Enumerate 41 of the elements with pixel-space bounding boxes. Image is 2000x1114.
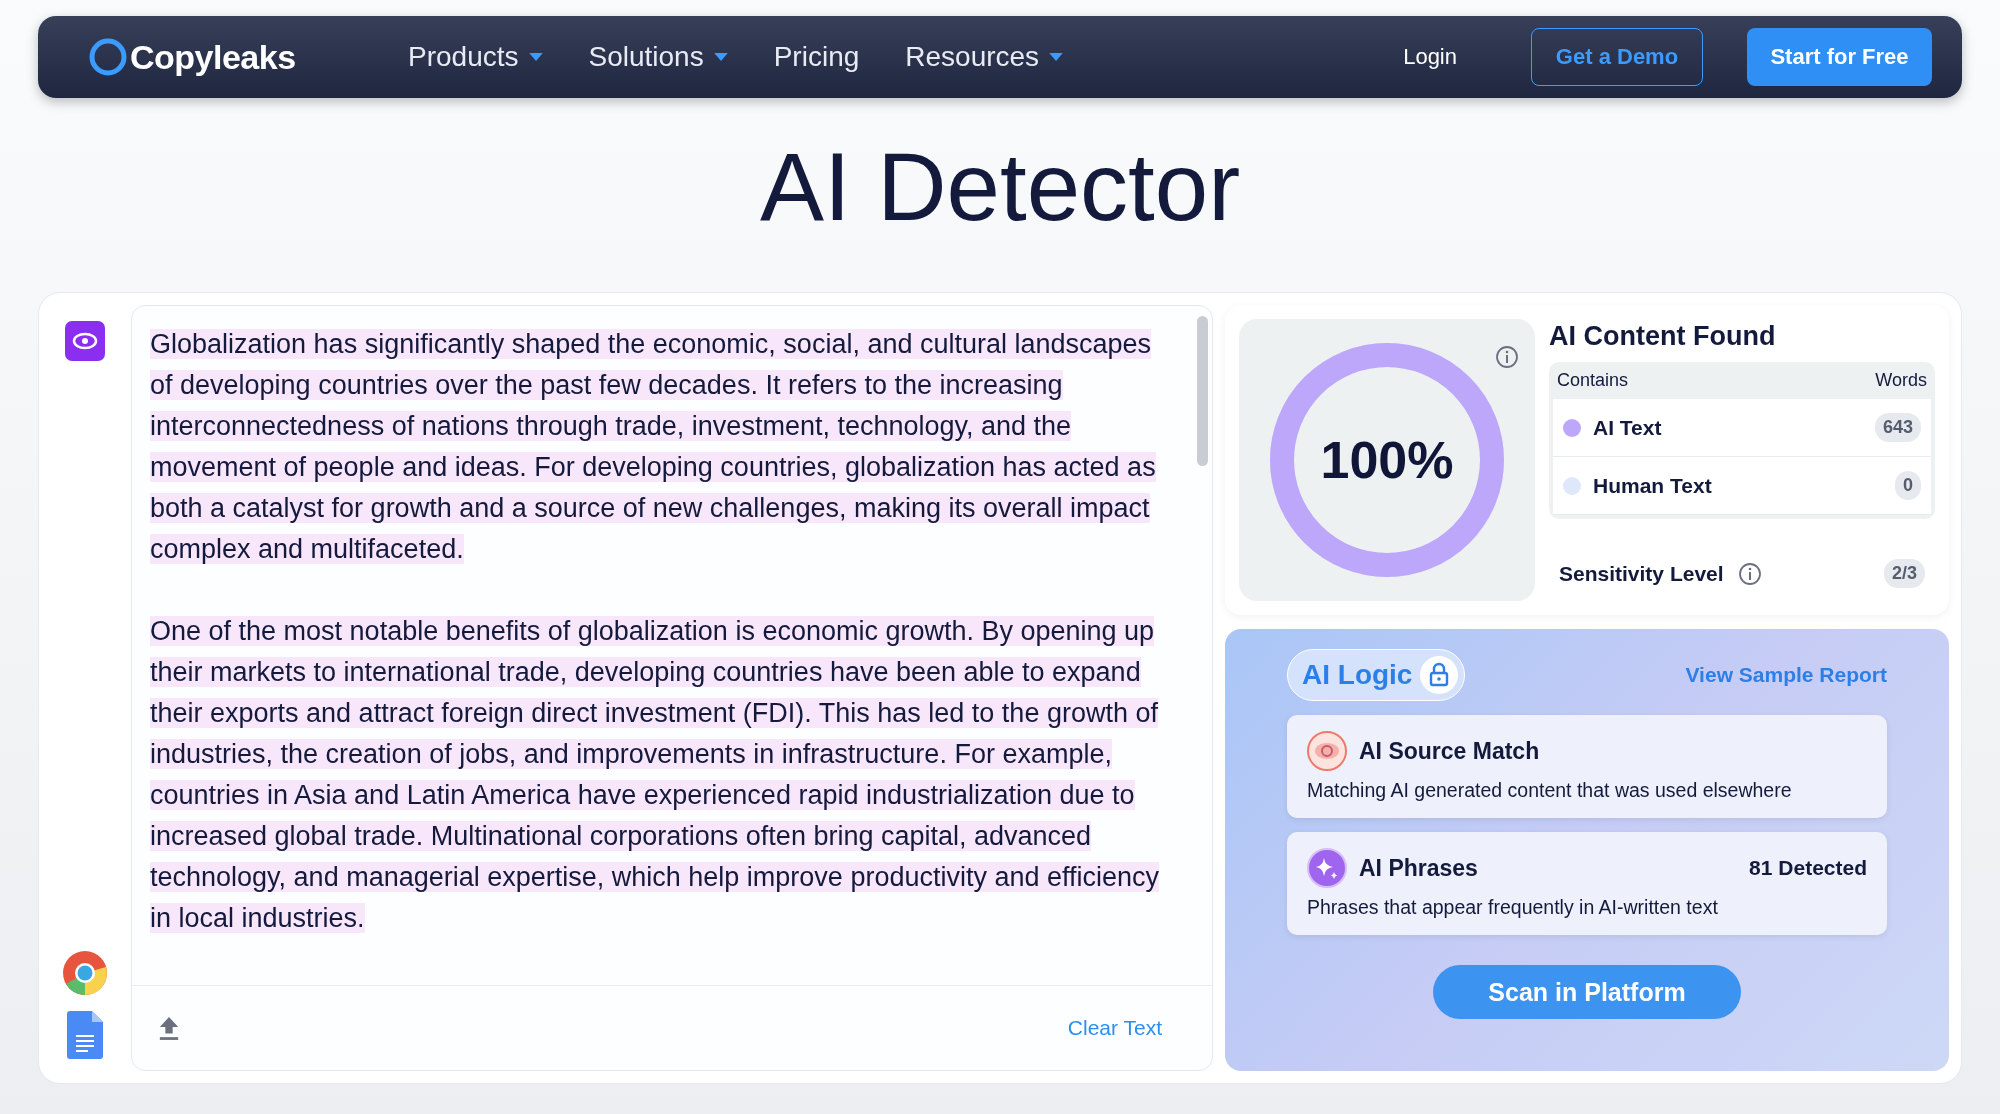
nav-link[interactable]: Products bbox=[408, 41, 543, 73]
word-count: 0 bbox=[1895, 471, 1921, 500]
feature-description: Matching AI generated content that was used elsewhere bbox=[1307, 779, 1793, 802]
logo[interactable]: Copyleaks bbox=[130, 37, 296, 77]
upload-icon[interactable] bbox=[158, 1015, 180, 1041]
word-count: 643 bbox=[1874, 413, 1921, 442]
nav-link[interactable]: Resources bbox=[905, 41, 1064, 73]
browser-icon[interactable] bbox=[61, 949, 109, 997]
info-icon[interactable] bbox=[1495, 345, 1519, 369]
sensitivity-label: Sensitivity Level bbox=[1559, 561, 1724, 586]
demo-button[interactable]: Get a Demo bbox=[1531, 28, 1703, 86]
detected-count: 81 Detected bbox=[1749, 856, 1867, 880]
sparkle-icon bbox=[1307, 848, 1347, 888]
row-label: Human Text bbox=[1593, 473, 1713, 498]
badge-label: AI Logic bbox=[1302, 659, 1413, 691]
score-percent: 100% bbox=[1320, 430, 1454, 490]
result-heading: AI Content Found bbox=[1549, 321, 1777, 352]
login-link[interactable]: Login bbox=[1403, 44, 1457, 70]
paragraph: Globalization has significantly shaped the economic, social, and cultural landscapes of developing countries over the past few decades. It refers to the increasing interconnectedness of nations through trade, investment, technology, and the movement of people and ideas. For developing countries, globalization has acted as both a catalyst for growth and a source of new challenges, making its overall impact complex and multifaceted. bbox=[150, 328, 1157, 566]
caret-icon[interactable] bbox=[713, 52, 728, 62]
text-editor[interactable] bbox=[131, 305, 1213, 1071]
feature-title: AI Source Match bbox=[1359, 737, 1540, 765]
column-header: Contains bbox=[1557, 370, 1629, 391]
scrollbar[interactable] bbox=[1197, 316, 1208, 466]
sensitivity-value[interactable]: 2/3 bbox=[1883, 559, 1925, 588]
nav-link[interactable]: Solutions bbox=[588, 41, 728, 73]
column-header: Words bbox=[1875, 370, 1927, 391]
eye-search-icon bbox=[1307, 731, 1347, 771]
logo-ring-icon bbox=[88, 37, 128, 77]
eye-icon[interactable] bbox=[65, 321, 105, 361]
row-label: AI Text bbox=[1593, 415, 1663, 440]
paragraph: One of the most notable benefits of globalization is economic growth. By opening up their markets to international trade, developing countries have been able to expand their exports and attract foreign direct investment (FDI). This has led to the growth of industries, the creation of jobs, and improvements in infrastructure. For example, countries in Asia and Latin America have experienced rapid industrialization due to increased global trade. Multinational corporations often bring capital, advanced technology, and managerial expertise, which help improve productivity and efficiency in local industries. bbox=[150, 615, 1161, 935]
document-icon[interactable] bbox=[67, 1011, 103, 1059]
caret-icon[interactable] bbox=[528, 52, 543, 62]
nav-link[interactable]: Pricing bbox=[773, 41, 860, 73]
feature-description: Phrases that appear frequently in AI-written text bbox=[1307, 896, 1719, 919]
lock-icon bbox=[1420, 656, 1459, 694]
caret-icon[interactable] bbox=[1049, 52, 1064, 62]
page-title: AI Detector bbox=[758, 132, 1242, 242]
feature-title: AI Phrases bbox=[1359, 854, 1478, 882]
info-icon[interactable] bbox=[1737, 561, 1762, 586]
